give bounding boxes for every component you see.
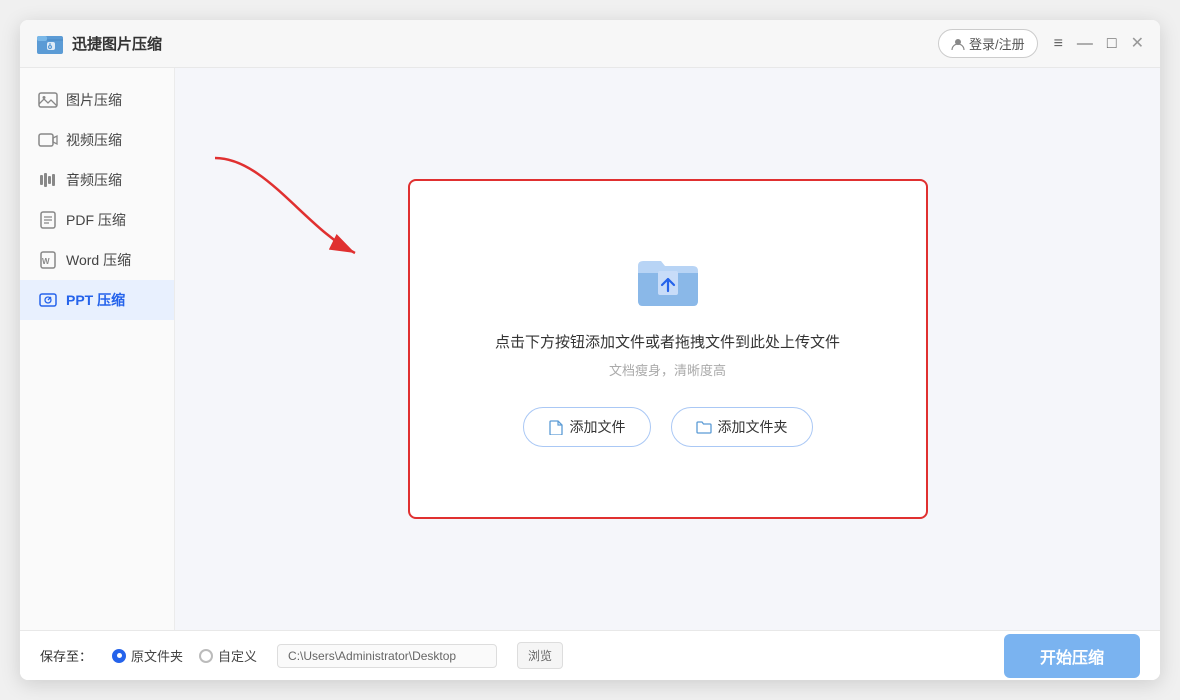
- user-icon: [951, 37, 965, 51]
- drop-buttons: 添加文件 添加文件夹: [523, 407, 813, 447]
- sidebar-item-pdf[interactable]: PDF 压缩: [20, 200, 174, 240]
- sidebar: 图片压缩 视频压缩 音频压缩: [20, 68, 175, 630]
- audio-icon: [38, 170, 58, 190]
- app-title: 迅捷图片压缩: [72, 33, 162, 54]
- radio-inner: [117, 653, 122, 658]
- main-layout: 图片压缩 视频压缩 音频压缩: [20, 68, 1160, 630]
- video-icon: [38, 130, 58, 150]
- titlebar-left: 迅捷图片压缩: [36, 30, 162, 58]
- add-file-button[interactable]: 添加文件: [523, 407, 651, 447]
- sidebar-label-audio: 音频压缩: [66, 170, 122, 190]
- original-folder-option[interactable]: 原文件夹: [112, 646, 183, 665]
- start-compress-button[interactable]: 开始压缩: [1004, 634, 1140, 678]
- sidebar-item-ppt[interactable]: PPT 压缩: [20, 280, 174, 320]
- login-label: 登录/注册: [969, 34, 1025, 53]
- add-folder-button[interactable]: 添加文件夹: [671, 407, 813, 447]
- login-button[interactable]: 登录/注册: [938, 29, 1038, 58]
- original-folder-label: 原文件夹: [131, 646, 183, 665]
- folder-icon: [696, 419, 712, 435]
- maximize-button[interactable]: □: [1107, 36, 1117, 52]
- sidebar-item-word[interactable]: W Word 压缩: [20, 240, 174, 280]
- radio-custom-empty: [199, 649, 213, 663]
- add-file-label: 添加文件: [570, 417, 626, 437]
- drop-zone: 点击下方按钮添加文件或者拖拽文件到此处上传文件 文档瘦身，清晰度高 添加文件: [408, 179, 928, 519]
- sidebar-item-video[interactable]: 视频压缩: [20, 120, 174, 160]
- sidebar-item-audio[interactable]: 音频压缩: [20, 160, 174, 200]
- upload-folder-icon: [633, 251, 703, 311]
- menu-button[interactable]: ≡: [1054, 36, 1063, 52]
- sidebar-label-video: 视频压缩: [66, 130, 122, 150]
- svg-text:W: W: [42, 257, 50, 266]
- save-options: 原文件夹 自定义: [112, 646, 257, 665]
- sidebar-label-word: Word 压缩: [66, 250, 131, 270]
- minimize-button[interactable]: —: [1077, 36, 1093, 52]
- file-icon: [548, 419, 564, 435]
- custom-option[interactable]: 自定义: [199, 646, 257, 665]
- arrow-indicator: [205, 148, 365, 273]
- footer: 保存至： 原文件夹 自定义 浏览 开始压缩: [20, 630, 1160, 680]
- add-folder-label: 添加文件夹: [718, 417, 788, 437]
- pdf-icon: [38, 210, 58, 230]
- ppt-icon: [38, 290, 58, 310]
- app-logo-icon: [36, 30, 64, 58]
- path-input[interactable]: [277, 644, 497, 668]
- drop-sub-text: 文档瘦身，清晰度高: [609, 360, 726, 379]
- sidebar-label-pdf: PDF 压缩: [66, 210, 126, 230]
- window-controls: ≡ — □ ✕: [1054, 36, 1144, 52]
- image-icon: [38, 90, 58, 110]
- main-window: 迅捷图片压缩 登录/注册 ≡ — □ ✕: [20, 20, 1160, 680]
- radio-original-selected: [112, 649, 126, 663]
- browse-button[interactable]: 浏览: [517, 642, 563, 669]
- content-area: 点击下方按钮添加文件或者拖拽文件到此处上传文件 文档瘦身，清晰度高 添加文件: [175, 68, 1160, 630]
- save-to-label: 保存至：: [40, 646, 92, 665]
- close-button[interactable]: ✕: [1131, 36, 1144, 52]
- word-icon: W: [38, 250, 58, 270]
- arrow-icon: [205, 148, 365, 268]
- drop-main-text: 点击下方按钮添加文件或者拖拽文件到此处上传文件: [495, 331, 840, 352]
- sidebar-item-image[interactable]: 图片压缩: [20, 80, 174, 120]
- titlebar: 迅捷图片压缩 登录/注册 ≡ — □ ✕: [20, 20, 1160, 68]
- sidebar-label-image: 图片压缩: [66, 90, 122, 110]
- sidebar-label-ppt: PPT 压缩: [66, 290, 125, 310]
- titlebar-right: 登录/注册 ≡ — □ ✕: [938, 29, 1144, 58]
- custom-label: 自定义: [218, 646, 257, 665]
